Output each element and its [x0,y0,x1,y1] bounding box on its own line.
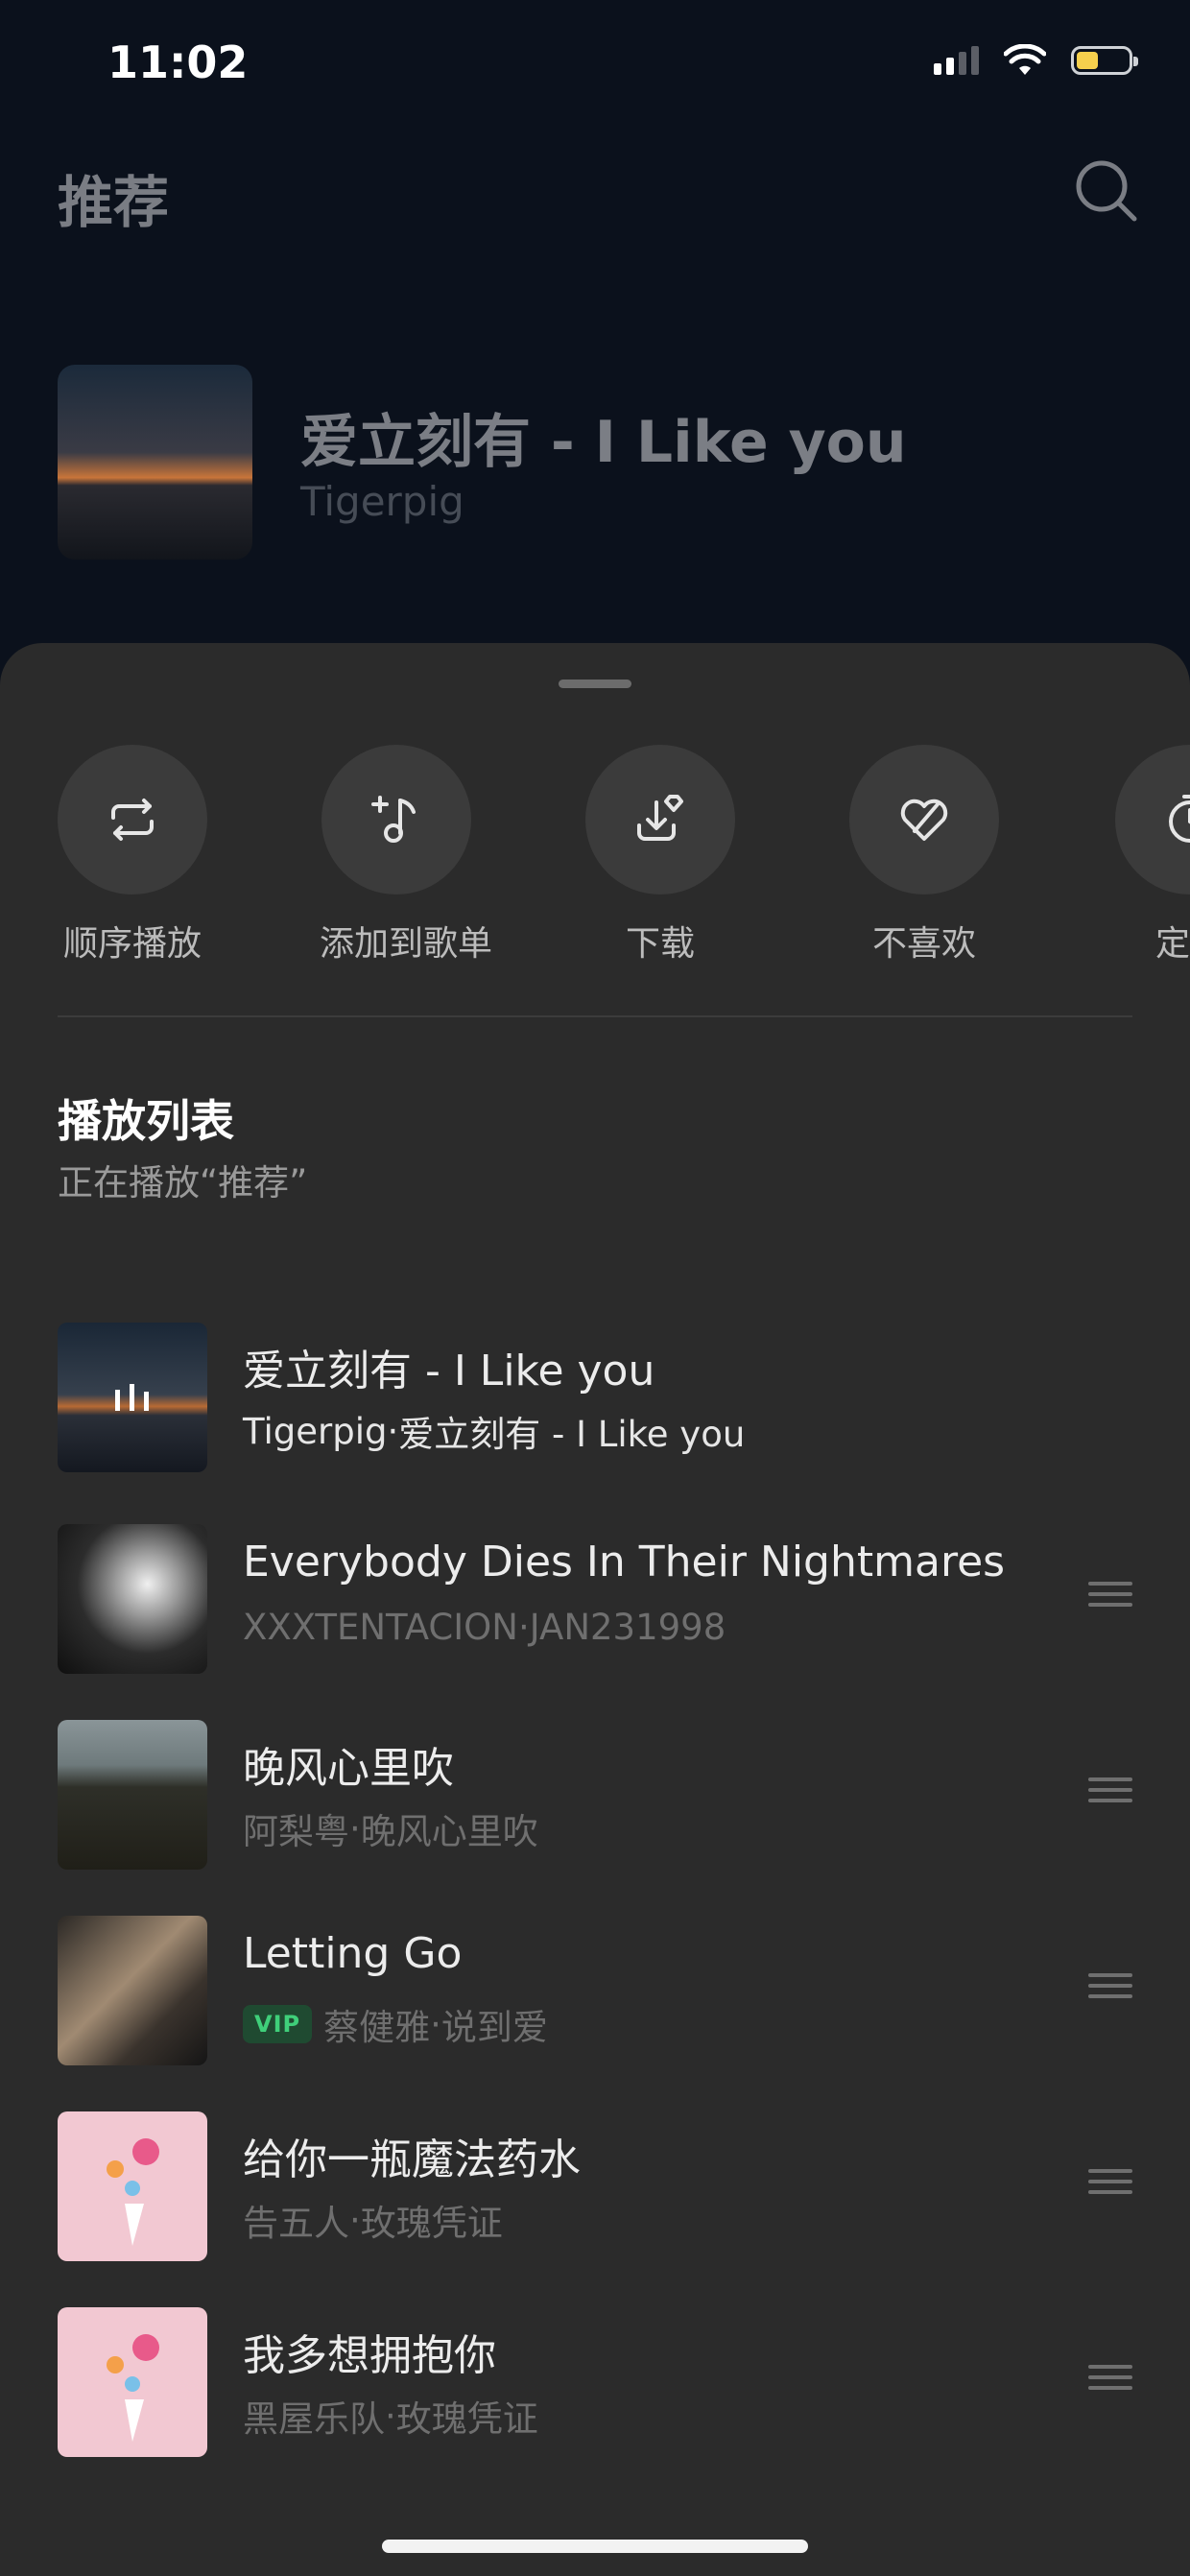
drag-handle-icon[interactable] [1088,1582,1132,1614]
timer-icon [1169,795,1190,843]
meta-separator: · [518,1607,530,1648]
song-artist: 阿梨粤 [243,1811,349,1852]
playlist-title: 播放列表 [58,1095,234,1147]
page-title: 推荐 [58,170,170,235]
meta-separator: · [385,2395,396,2437]
dislike-label: 不喜欢 [871,924,976,964]
meta-separator: · [430,2003,441,2045]
song-meta: 黑屋乐队 · 玫瑰凭证 [243,2390,538,2442]
playlist-row[interactable]: 晚风心里吹 阿梨粤 · 晚风心里吹 [58,1720,1132,1870]
song-meta: 阿梨粤 · 晚风心里吹 [243,1802,538,1854]
dislike-heart-icon [900,799,948,841]
playing-bars-icon [115,1384,149,1411]
download-icon [637,795,683,841]
song-title: 晚风心里吹 [243,1744,454,1793]
album-cover [58,2307,207,2457]
song-artist: 告五人 [243,2203,349,2244]
status-icons [934,44,1138,77]
sheet-drag-handle[interactable] [559,680,631,688]
divider [58,1015,1132,1017]
album-cover [58,2111,207,2261]
search-icon[interactable] [1073,157,1140,225]
album-cover [58,1916,207,2065]
battery-icon [1071,46,1138,75]
now-playing-cover[interactable] [58,365,252,560]
drag-handle-icon[interactable] [1088,1777,1132,1810]
song-title: 给你一瓶魔法药水 [243,2135,581,2184]
drag-handle-icon[interactable] [1088,2169,1132,2202]
add-to-playlist-label: 添加到歌单 [320,924,493,964]
flower-art [107,2138,159,2246]
song-album: 爱立刻有 - I Like you [398,1414,746,1455]
album-cover [58,1524,207,1674]
song-meta: Tigerpig · 爱立刻有 - I Like you [243,1405,745,1457]
now-playing-title[interactable]: 爱立刻有 - I Like you [300,395,907,479]
repeat-icon [111,799,154,841]
vip-badge: VIP [243,2005,313,2043]
song-title: 我多想拥抱你 [243,2331,496,2380]
song-artist: XXXTENTACION [243,1607,518,1648]
song-meta: VIP 蔡健雅 · 说到爱 [243,1998,548,2050]
add-to-playlist-icon [371,796,416,843]
meta-separator: · [349,1807,361,1849]
sleep-timer-label: 定时 [1154,924,1190,964]
song-album: 玫瑰凭证 [395,2398,538,2440]
song-title: Letting Go [243,1929,463,1978]
add-to-playlist-button[interactable]: 添加到歌单 [320,745,493,966]
playlist-row[interactable]: 爱立刻有 - I Like you Tigerpig · 爱立刻有 - I Li… [58,1323,1132,1472]
song-album: 晚风心里吹 [360,1811,538,1852]
repeat-mode-label: 顺序播放 [62,924,202,964]
status-time: 11:02 [107,36,249,88]
action-bar: 顺序播放 添加到歌单 下载 不喜欢 定 [0,745,1190,964]
playlist-subtitle: 正在播放“推荐” [58,1162,308,1204]
song-title: Everybody Dies In Their Nightmares [243,1538,1006,1586]
download-button[interactable]: 下载 [583,745,737,966]
playlist-row[interactable]: Everybody Dies In Their Nightmares XXXTE… [58,1524,1132,1674]
meta-separator: · [349,2199,361,2241]
playlist-row[interactable]: 我多想拥抱你 黑屋乐队 · 玫瑰凭证 [58,2307,1132,2457]
wifi-icon [1004,44,1046,75]
dislike-button[interactable]: 不喜欢 [847,745,1001,966]
playlist-row[interactable]: 给你一瓶魔法药水 告五人 · 玫瑰凭证 [58,2111,1132,2261]
album-cover [58,1720,207,1870]
meta-separator: · [387,1410,399,1452]
song-artist: 蔡健雅 [323,2007,431,2048]
playlist-row[interactable]: Letting Go VIP 蔡健雅 · 说到爱 [58,1916,1132,2065]
cellular-signal-icon [934,46,979,75]
song-album: 玫瑰凭证 [360,2203,503,2244]
song-artist: Tigerpig [243,1410,388,1452]
drag-handle-icon[interactable] [1088,1973,1132,2006]
song-title: 爱立刻有 - I Like you [243,1347,655,1395]
song-album: JAN231998 [529,1607,726,1648]
song-album: 说到爱 [440,2007,548,2048]
album-cover [58,1323,207,1472]
sleep-timer-button[interactable]: 定时 [1113,745,1190,966]
song-artist: 黑屋乐队 [243,2398,385,2440]
drag-handle-icon[interactable] [1088,2365,1132,2397]
song-meta: 告五人 · 玫瑰凭证 [243,2194,503,2246]
song-meta: XXXTENTACION · JAN231998 [243,1607,726,1648]
repeat-mode-button[interactable]: 顺序播放 [56,745,209,966]
home-indicator[interactable] [382,2540,808,2553]
flower-art [107,2334,159,2442]
playlist-sheet: 顺序播放 添加到歌单 下载 不喜欢 定 播放列表 正在播放“推荐” 爱立刻有 -… [0,643,1190,2576]
now-playing-artist[interactable]: Tigerpig [300,478,464,525]
download-label: 下载 [625,924,695,964]
